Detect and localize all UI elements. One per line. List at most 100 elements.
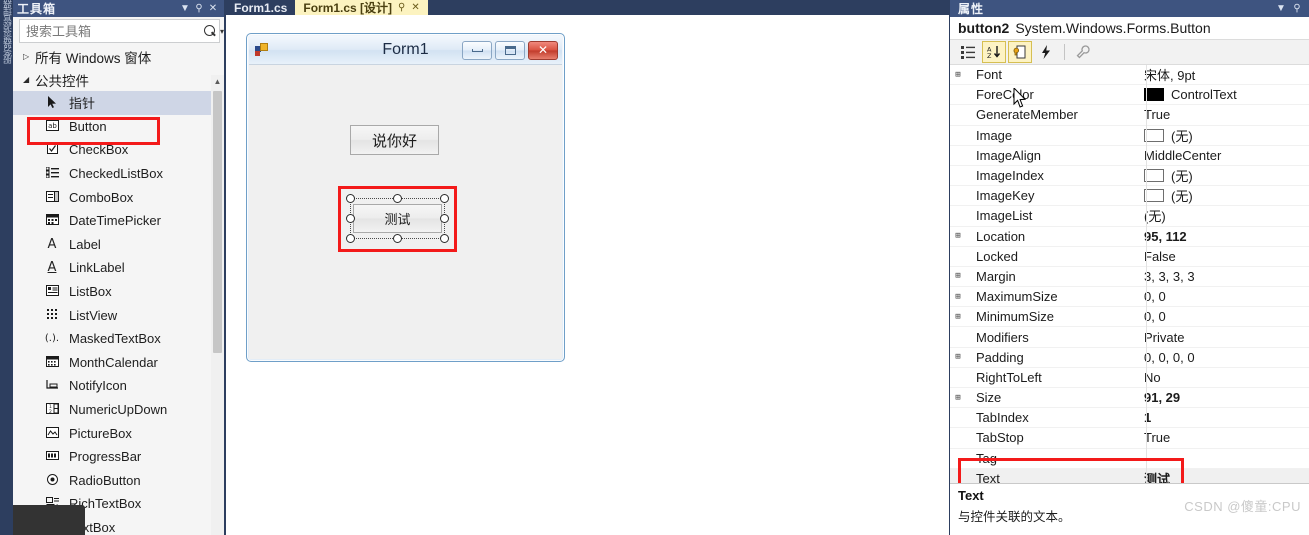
property-value[interactable]: Private	[1140, 330, 1309, 345]
pin-icon[interactable]: ⚲	[398, 2, 405, 13]
expand-icon[interactable]: ⊞	[950, 292, 966, 302]
resize-handle-se[interactable]	[440, 234, 449, 243]
resize-handle-nw[interactable]	[346, 194, 355, 203]
property-row-tabindex[interactable]: TabIndex 1	[950, 408, 1309, 429]
property-value[interactable]: True	[1140, 430, 1309, 445]
properties-page-button[interactable]	[1008, 41, 1032, 63]
toolbox-item-monthcalendar[interactable]: MonthCalendar	[13, 351, 224, 375]
toolbox-item-pointer[interactable]: 指针	[13, 91, 224, 115]
form-button-button2-selection[interactable]: 测试	[345, 193, 450, 244]
property-value[interactable]: No	[1140, 370, 1309, 385]
grid-splitter[interactable]	[1146, 65, 1147, 483]
form-client-area[interactable]: 说你好 测试	[249, 64, 562, 359]
alphabetical-sort-button[interactable]: AZ	[982, 41, 1006, 63]
resize-handle-s[interactable]	[393, 234, 402, 243]
tab-form1-cs[interactable]: Form1.cs	[226, 0, 295, 15]
toolbox-item-numericupdown[interactable]: 12 NumericUpDown	[13, 398, 224, 422]
property-value[interactable]: (无)	[1140, 206, 1309, 225]
toolbox-item-button[interactable]: ab Button	[13, 115, 224, 139]
toolbox-item-maskedtextbox[interactable]: (.). MaskedTextBox	[13, 327, 224, 351]
maximize-button[interactable]	[495, 40, 525, 60]
pin-icon[interactable]: ⚲	[1289, 3, 1305, 14]
toolbox-group-all-windows-forms[interactable]: ▷ 所有 Windows 窗体	[13, 45, 224, 68]
toolbox-group-common-controls[interactable]: ◢ 公共控件	[13, 68, 224, 91]
categorized-button[interactable]	[956, 41, 980, 63]
property-row-font[interactable]: ⊞ Font 宋体, 9pt	[950, 65, 1309, 86]
property-row-tag[interactable]: Tag	[950, 449, 1309, 469]
toolbox-item-checkedlistbox[interactable]: CheckedListBox	[13, 162, 224, 186]
resize-handle-sw[interactable]	[346, 234, 355, 243]
property-value[interactable]: 0, 0	[1140, 289, 1309, 304]
property-row-locked[interactable]: Locked False	[950, 247, 1309, 267]
property-value[interactable]: 95, 112	[1140, 229, 1309, 244]
property-row-forecolor[interactable]: ForeColor ControlText	[950, 85, 1309, 106]
expand-icon[interactable]: ⊞	[950, 271, 966, 281]
expand-icon[interactable]: ⊞	[950, 231, 966, 241]
resize-handle-ne[interactable]	[440, 194, 449, 203]
property-value[interactable]: 1	[1140, 410, 1309, 425]
property-value[interactable]: MiddleCenter	[1140, 148, 1309, 163]
expand-icon[interactable]: ⊞	[950, 70, 966, 80]
designer-canvas[interactable]: Form1 ✕ 说你好 测试	[226, 15, 949, 535]
server-explorer-strip[interactable]: 服务器资源管理器	[0, 0, 13, 535]
toolbox-item-listview[interactable]: ListView	[13, 303, 224, 327]
property-value[interactable]: False	[1140, 249, 1309, 264]
minimize-button[interactable]	[462, 40, 492, 60]
property-value[interactable]: 宋体, 9pt	[1140, 65, 1309, 84]
pin-icon[interactable]: ⚲	[192, 3, 206, 14]
property-row-modifiers[interactable]: Modifiers Private	[950, 327, 1309, 348]
property-value[interactable]: 0, 0, 0, 0	[1140, 350, 1309, 365]
toolbox-item-notifyicon[interactable]: NotifyIcon	[13, 374, 224, 398]
form-designer-window[interactable]: Form1 ✕ 说你好 测试	[246, 33, 565, 362]
toolbox-list[interactable]: ▷ 所有 Windows 窗体 ◢ 公共控件 指针 ab Button Chec…	[13, 45, 224, 535]
close-icon[interactable]: ✕	[206, 3, 220, 14]
events-button[interactable]	[1034, 41, 1058, 63]
expand-icon[interactable]: ⊞	[950, 312, 966, 322]
toolbox-item-linklabel[interactable]: A LinkLabel	[13, 256, 224, 280]
property-row-tabstop[interactable]: TabStop True	[950, 428, 1309, 449]
toolbox-item-progressbar[interactable]: ProgressBar	[13, 445, 224, 469]
search-input[interactable]	[24, 22, 204, 40]
form-button-button1[interactable]: 说你好	[350, 125, 439, 155]
form-titlebar[interactable]: Form1 ✕	[249, 36, 562, 64]
resize-handle-w[interactable]	[346, 214, 355, 223]
property-value-wrap[interactable]: (无)	[1140, 186, 1309, 205]
tab-form1-cs-design[interactable]: Form1.cs [设计] ⚲ ✕	[295, 0, 428, 15]
close-icon[interactable]: ✕	[411, 2, 419, 13]
toolbox-search-box[interactable]: ▾	[19, 19, 224, 43]
property-row-minimumsize[interactable]: ⊞ MinimumSize 0, 0	[950, 307, 1309, 328]
toolbox-item-radiobutton[interactable]: RadioButton	[13, 469, 224, 493]
property-row-imagelist[interactable]: ImageList (无)	[950, 206, 1309, 227]
property-row-imagealign[interactable]: ImageAlign MiddleCenter	[950, 146, 1309, 166]
expand-icon[interactable]: ⊞	[950, 352, 966, 362]
toolbox-item-checkbox[interactable]: CheckBox	[13, 138, 224, 162]
property-row-imageindex[interactable]: ImageIndex (无)	[950, 166, 1309, 187]
property-value[interactable]: True	[1140, 107, 1309, 122]
toolbox-scrollbar[interactable]: ▲	[211, 75, 224, 535]
property-value[interactable]: 0, 0	[1140, 309, 1309, 324]
property-row-maximumsize[interactable]: ⊞ MaximumSize 0, 0	[950, 287, 1309, 308]
property-value-wrap[interactable]: ControlText	[1140, 87, 1309, 102]
toolbox-item-combobox[interactable]: ComboBox	[13, 185, 224, 209]
property-value[interactable]: 测试	[1140, 469, 1309, 483]
resize-handle-e[interactable]	[440, 214, 449, 223]
toolbox-item-label[interactable]: A Label	[13, 233, 224, 257]
properties-object-selector[interactable]: button2 System.Windows.Forms.Button	[950, 17, 1309, 39]
toolbox-item-listbox[interactable]: ListBox	[13, 280, 224, 304]
property-pages-button[interactable]	[1071, 41, 1095, 63]
close-button[interactable]: ✕	[528, 40, 558, 60]
chevron-down-icon[interactable]: ▼	[178, 3, 192, 14]
property-value[interactable]: 3, 3, 3, 3	[1140, 269, 1309, 284]
properties-grid[interactable]: ⊞ Font 宋体, 9pt ForeColor ControlText Gen…	[950, 65, 1309, 483]
property-row-image[interactable]: Image (无)	[950, 126, 1309, 146]
resize-handle-n[interactable]	[393, 194, 402, 203]
expand-icon[interactable]: ⊞	[950, 393, 966, 403]
property-row-margin[interactable]: ⊞ Margin 3, 3, 3, 3	[950, 267, 1309, 288]
chevron-down-icon[interactable]: ▼	[1273, 3, 1289, 14]
search-icon[interactable]	[204, 24, 217, 38]
property-value-wrap[interactable]: (无)	[1140, 126, 1309, 145]
scroll-up-arrow-icon[interactable]: ▲	[211, 75, 224, 88]
property-row-text[interactable]: Text 测试	[950, 468, 1309, 483]
property-row-padding[interactable]: ⊞ Padding 0, 0, 0, 0	[950, 348, 1309, 368]
property-row-imagekey[interactable]: ImageKey (无)	[950, 186, 1309, 207]
